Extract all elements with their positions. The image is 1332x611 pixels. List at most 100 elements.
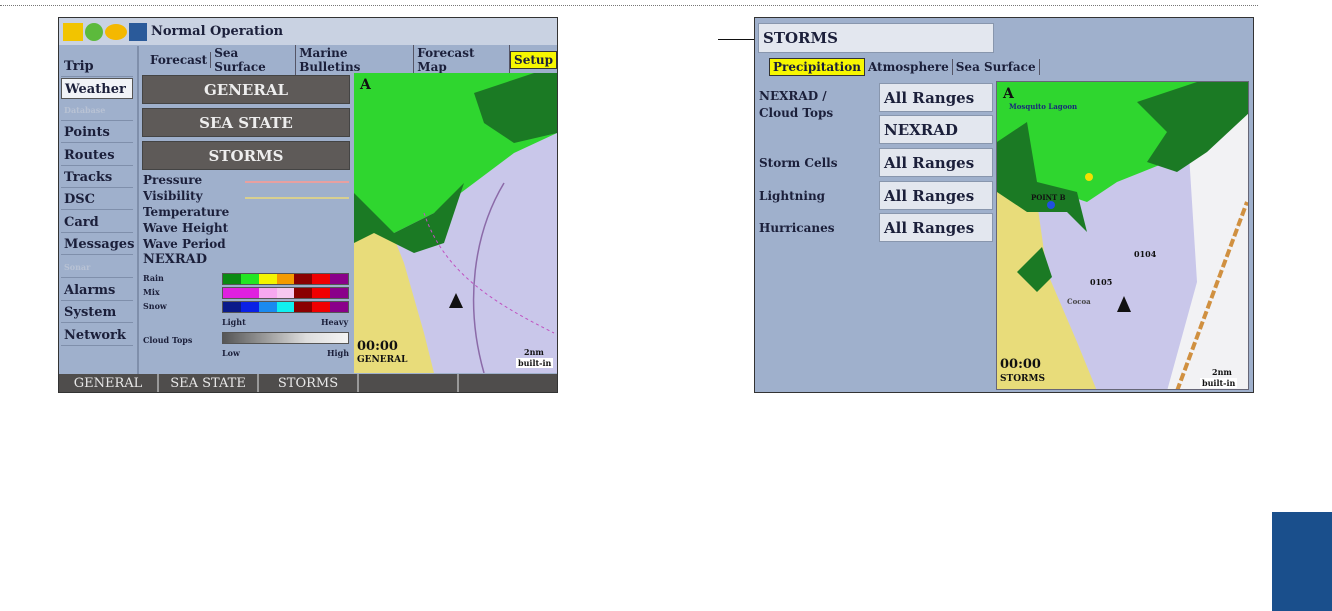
- page-divider: [0, 5, 1258, 6]
- snow-swatch: [276, 302, 295, 312]
- softkey-general[interactable]: GENERAL: [59, 374, 159, 392]
- svg-text:Cocoa: Cocoa: [1067, 297, 1091, 306]
- mix-swatch: [258, 288, 277, 298]
- legend-wave-height: Wave Height: [143, 221, 229, 235]
- svg-text:0105: 0105: [1090, 277, 1112, 287]
- svg-text:A: A: [359, 77, 372, 93]
- gps-icon: [63, 22, 83, 41]
- tab-bar: Precipitation Atmosphere Sea Surface: [769, 57, 1040, 77]
- title-bar: Normal Operation: [59, 18, 557, 45]
- visibility-line: [245, 197, 349, 199]
- sidebar-item-sonar: Sonar: [61, 257, 133, 278]
- snow-swatch: [258, 302, 277, 312]
- nexrad-cloud-tops-label: NEXRAD / Cloud Tops: [759, 89, 834, 120]
- tab-setup[interactable]: Setup: [510, 51, 557, 69]
- legend-nexrad: NEXRAD: [143, 252, 208, 267]
- sidebar-item-routes[interactable]: Routes: [61, 145, 133, 166]
- nexrad-type-button[interactable]: NEXRAD: [879, 115, 993, 144]
- map-time: 00:00: [357, 339, 398, 354]
- weather-setup-screen: Normal Operation Trip Weather Database P…: [58, 17, 558, 393]
- snow-swatch: [294, 302, 313, 312]
- signal-icon: [85, 22, 103, 41]
- sidebar-item-messages[interactable]: Messages: [61, 234, 134, 255]
- mix-swatch: [294, 288, 313, 298]
- low-label: Low: [222, 348, 240, 358]
- sidebar-item-tracks[interactable]: Tracks: [61, 167, 133, 188]
- rain-color-scale: [222, 273, 349, 285]
- hurricanes-button[interactable]: All Ranges: [879, 213, 993, 242]
- map-source: built-in: [1200, 378, 1238, 388]
- map-mode: GENERAL: [357, 355, 408, 365]
- weather-map[interactable]: A 00:00 GENERAL 2nm built-in: [354, 73, 557, 373]
- sidebar-item-dsc[interactable]: DSC: [61, 189, 133, 210]
- storm-cells-button[interactable]: All Ranges: [879, 148, 993, 177]
- softkey-sea-state[interactable]: SEA STATE: [159, 374, 259, 392]
- high-label: High: [327, 348, 350, 358]
- legend-pressure: Pressure: [143, 173, 203, 187]
- softkey-empty-2[interactable]: [459, 374, 557, 392]
- screen-title: Normal Operation: [151, 24, 284, 39]
- nexrad-range-button[interactable]: All Ranges: [879, 83, 993, 112]
- sidebar-item-system[interactable]: System: [61, 302, 133, 323]
- lightning-label: Lightning: [759, 189, 826, 203]
- sidebar-item-points[interactable]: Points: [61, 122, 133, 143]
- snow-label: Snow: [143, 301, 167, 311]
- mix-color-scale: [222, 287, 349, 299]
- lightning-button[interactable]: All Ranges: [879, 181, 993, 210]
- rain-swatch: [330, 274, 349, 284]
- mix-swatch: [312, 288, 331, 298]
- weather-map[interactable]: A Mosquito Lagoon POINT B Cocoa 0104 010…: [996, 81, 1249, 390]
- general-button[interactable]: GENERAL: [142, 75, 350, 104]
- sidebar-item-card[interactable]: Card: [61, 212, 133, 233]
- tab-marine-bulletins[interactable]: Marine Bulletins: [296, 45, 415, 75]
- map-scale: 2nm: [1212, 367, 1232, 377]
- softkey-empty-1[interactable]: [359, 374, 459, 392]
- sidebar-item-weather[interactable]: Weather: [61, 78, 133, 99]
- tab-forecast-map[interactable]: Forecast Map: [414, 45, 511, 75]
- storms-button[interactable]: STORMS: [142, 141, 350, 170]
- legend-wave-period: Wave Period: [143, 237, 226, 251]
- softkey-bar: GENERAL SEA STATE STORMS: [59, 374, 557, 392]
- legend-visibility: Visibility: [143, 189, 203, 203]
- light-label: Light: [222, 317, 246, 327]
- softkey-storms[interactable]: STORMS: [259, 374, 359, 392]
- sidebar-item-database: Database: [61, 100, 133, 121]
- sidebar: Trip Weather Database Points Routes Trac…: [59, 48, 137, 374]
- storm-cells-label: Storm Cells: [759, 156, 838, 170]
- mix-swatch: [276, 288, 295, 298]
- pressure-line: [245, 181, 349, 183]
- svg-text:Mosquito Lagoon: Mosquito Lagoon: [1009, 102, 1077, 111]
- tab-atmosphere[interactable]: Atmosphere: [865, 59, 953, 75]
- tab-forecast[interactable]: Forecast: [147, 52, 212, 68]
- sea-state-button[interactable]: SEA STATE: [142, 108, 350, 137]
- tab-bar: Forecast Sea Surface Marine Bulletins Fo…: [147, 45, 557, 75]
- section-tab: [1272, 512, 1332, 611]
- map-graphic: A Mosquito Lagoon POINT B Cocoa 0104 010…: [997, 82, 1248, 389]
- waypoint-icon: [1047, 201, 1055, 209]
- rain-swatch: [294, 274, 313, 284]
- sidebar-item-trip[interactable]: Trip: [61, 56, 133, 77]
- heavy-label: Heavy: [321, 317, 349, 327]
- mix-swatch: [240, 288, 259, 298]
- storms-screen: STORMS Precipitation Atmosphere Sea Surf…: [754, 17, 1254, 393]
- sidebar-divider: [137, 46, 139, 374]
- map-graphic: A: [354, 73, 557, 373]
- sidebar-item-alarms[interactable]: Alarms: [61, 280, 133, 301]
- rain-swatch: [258, 274, 277, 284]
- sidebar-item-network[interactable]: Network: [61, 325, 133, 346]
- tab-sea-surface[interactable]: Sea Surface: [953, 59, 1040, 75]
- mix-swatch: [330, 288, 349, 298]
- storm-cell-icon: [1085, 173, 1093, 181]
- cloud-tops-label: Cloud Tops: [143, 335, 193, 345]
- map-scale: 2nm: [524, 347, 544, 357]
- screen-title: STORMS: [758, 23, 994, 53]
- snow-swatch: [223, 302, 241, 312]
- rain-swatch: [240, 274, 259, 284]
- snow-swatch: [312, 302, 331, 312]
- tab-sea-surface[interactable]: Sea Surface: [211, 45, 297, 75]
- tab-precipitation[interactable]: Precipitation: [769, 58, 865, 76]
- svg-text:POINT B: POINT B: [1031, 193, 1066, 202]
- weather-icon: [105, 23, 127, 40]
- hurricanes-label: Hurricanes: [759, 221, 835, 235]
- map-time: 00:00: [1000, 357, 1041, 372]
